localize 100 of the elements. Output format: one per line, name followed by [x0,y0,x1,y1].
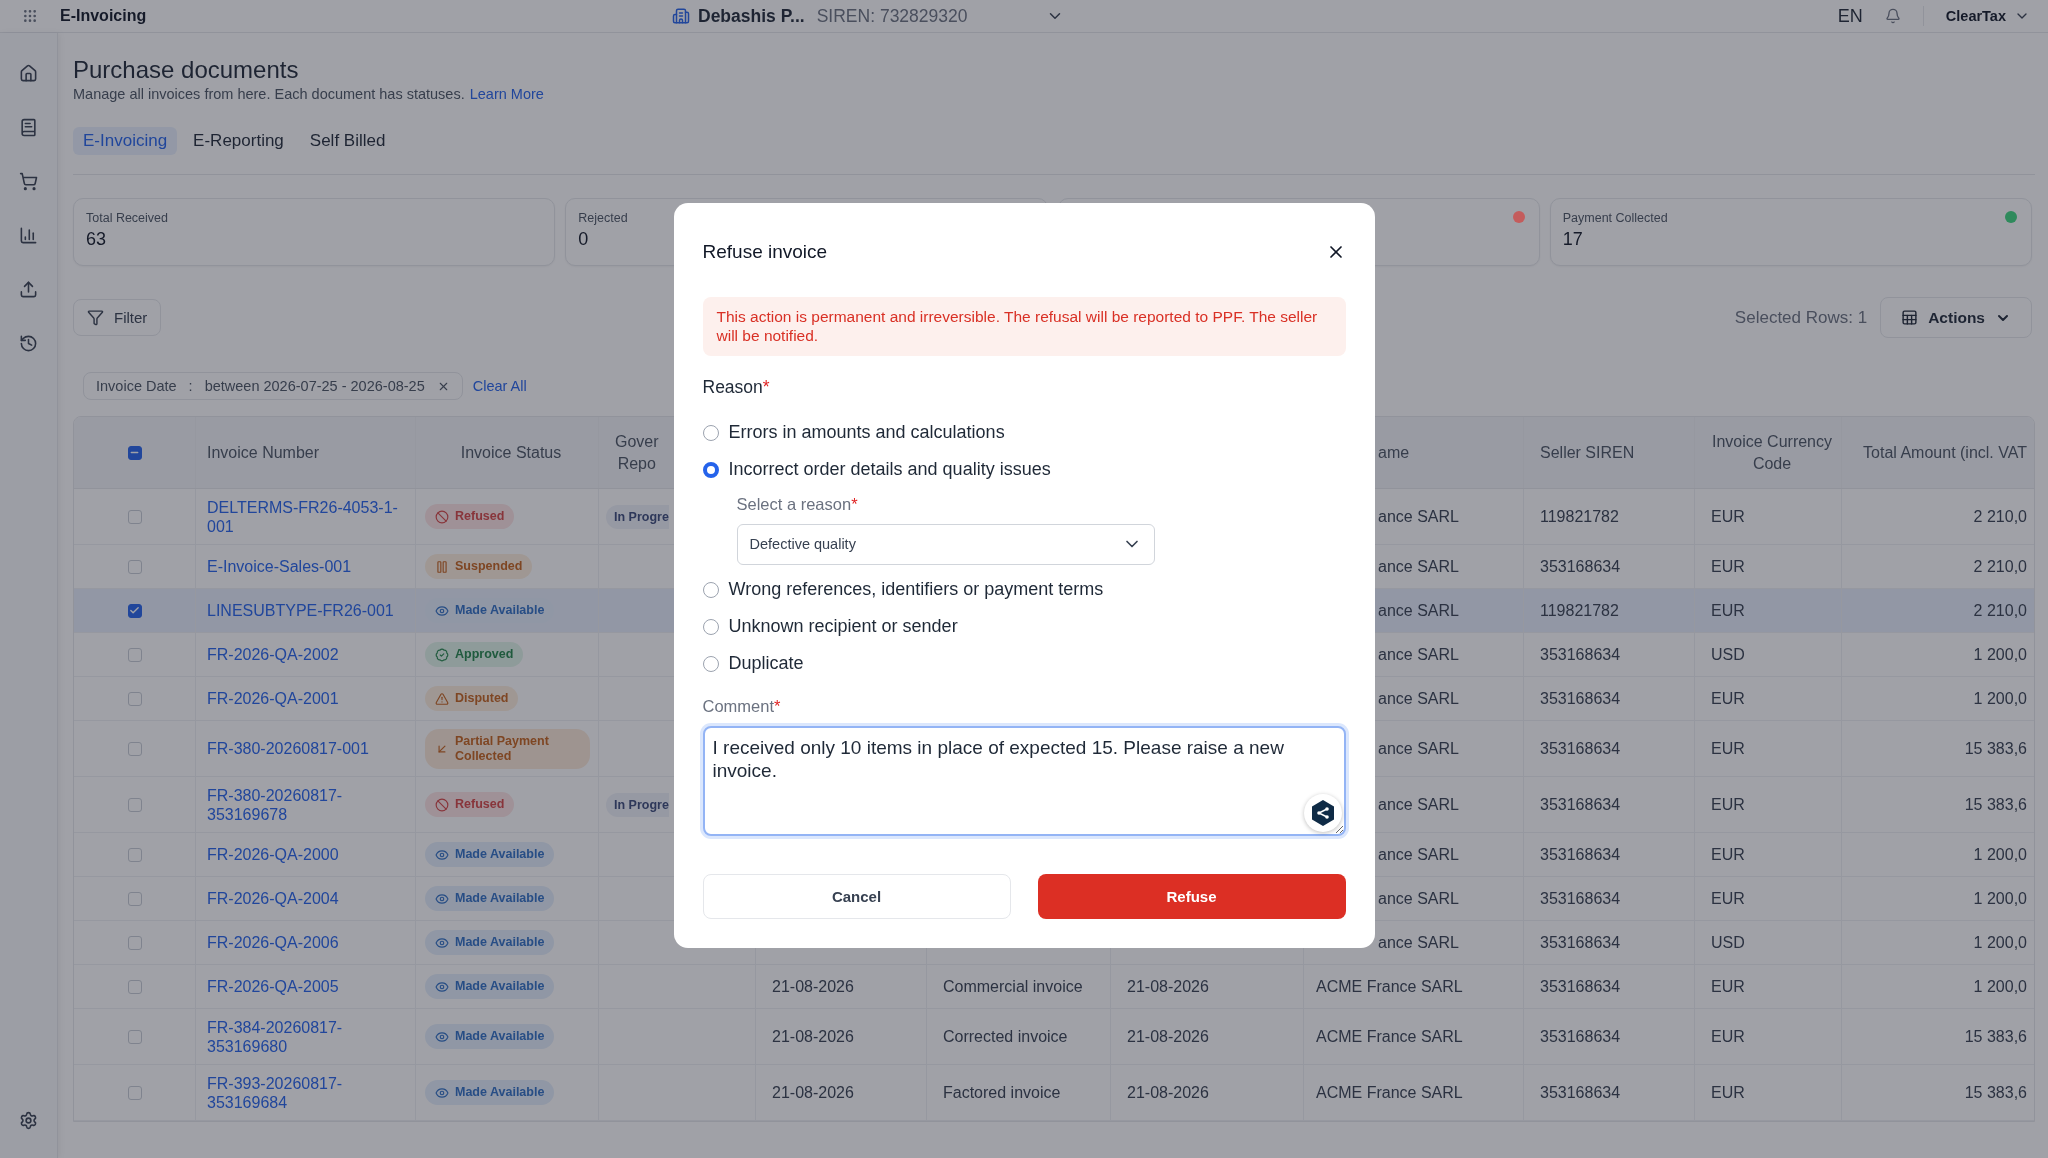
eye-icon [435,1029,449,1044]
settings-icon[interactable] [19,1111,38,1130]
invoice-number-link[interactable]: E-Invoice-Sales-001 [207,557,352,576]
tab[interactable]: Self Billed [299,127,396,155]
tab[interactable]: E-Invoicing [73,127,178,155]
invoice-number-link[interactable]: FR-380-20260817-001 [207,739,369,758]
dialog-title: Refuse invoice [702,240,828,263]
invoice-number-link[interactable]: FR-2026-QA-2001 [207,689,339,708]
apps-grid-icon[interactable] [22,8,38,24]
invoice-number-link[interactable]: FR-384-20260817-353169680 [207,1017,407,1056]
notifications-icon[interactable] [1884,8,1901,24]
progress-badge: In Progre [606,792,669,817]
invoice-number-link[interactable]: FR-2026-QA-2002 [207,645,339,664]
table-cell: 353168634 [1540,889,1621,908]
table-cell: ance SARL [1378,889,1459,908]
page-subtitle: Manage all invoices from here. Each document has statuses. Learn More [73,85,545,103]
progress-badge: In Progre [606,504,669,529]
column-header: ame [1378,442,1410,463]
column-header: Invoice Currency Code [1711,431,1833,474]
table-cell: EUR [1711,689,1745,708]
invoice-number-link[interactable]: FR-2026-QA-2000 [207,845,339,864]
table-cell: EUR [1711,739,1745,758]
radio-button[interactable] [702,655,719,672]
invoice-number-link[interactable]: DELTERMS-FR26-4053-1-001 [207,497,407,536]
invoice-number-link[interactable]: FR-2026-QA-2005 [207,977,339,996]
invoice-number-link[interactable]: FR-2026-QA-2004 [207,889,339,908]
table-cell: 119821782 [1540,507,1619,526]
cart-icon[interactable] [19,172,38,191]
table-cell: ance SARL [1378,689,1459,708]
status-badge: Partial Payment Collected [425,728,590,769]
account-name[interactable]: ClearTax [1945,8,2006,24]
table-cell: ance SARL [1378,795,1459,814]
status-badge: Disputed [425,686,519,711]
warning-icon [435,691,449,706]
hexagon-share-icon [1309,798,1336,827]
invoice-number-link[interactable]: LINESUBTYPE-FR26-001 [207,601,394,620]
reason-option[interactable]: Wrong references, identifiers or payment terms [702,577,1104,602]
radio-button[interactable] [702,461,719,478]
status-badge: Made Available [425,1080,555,1105]
status-badge: Approved [425,642,524,667]
bar-chart-icon[interactable] [19,226,38,245]
row-checkbox[interactable] [127,603,142,618]
stat-value: 0 [578,229,590,250]
radio-button[interactable] [702,581,719,598]
table-cell: 1 200,0 [1973,977,2027,996]
learn-more-link[interactable]: Learn More [469,86,544,102]
eye-icon [435,979,449,994]
table-cell: 353168634 [1540,739,1621,758]
status-badge: Made Available [425,886,555,911]
filter-field: Invoice Date [96,378,177,394]
app-name: E-Invoicing [60,7,147,25]
comment-field[interactable]: I received only 10 items in place of expected 15. Please raise a new invoice. [702,725,1346,836]
table-cell: Commercial invoice [943,977,1083,996]
table-cell: ance SARL [1378,845,1459,864]
table-cell: EUR [1711,557,1745,576]
reason-option[interactable]: Incorrect order details and quality issues [702,457,1051,482]
home-icon[interactable] [19,64,38,83]
history-icon[interactable] [19,334,38,353]
invoice-number-link[interactable]: FR-2026-QA-2006 [207,933,339,952]
table-cell: 353168634 [1540,795,1621,814]
refuse-button[interactable]: Refuse [1037,873,1346,919]
actions-button[interactable]: Actions [1880,297,2032,338]
table-cell: USD [1711,645,1745,664]
eye-icon [435,847,449,862]
table-cell: 1 200,0 [1973,933,2027,952]
tab[interactable]: E-Reporting [183,127,294,155]
table-cell: Factored invoice [943,1083,1061,1102]
table-cell: 353168634 [1540,845,1621,864]
table-cell: ance SARL [1378,933,1459,952]
filter-value: between 2026-07-25 - 2026-08-25 [204,378,425,394]
reason-option[interactable]: Duplicate [702,651,804,676]
reason-option[interactable]: Errors in amounts and calculations [702,420,1005,445]
eye-icon [435,1085,449,1100]
reason-option[interactable]: Unknown recipient or sender [702,614,958,639]
table-cell: 2 210,0 [1973,557,2027,576]
stat-label: Rejected [578,211,629,225]
table-cell: 1 200,0 [1973,845,2027,864]
stat-value: 63 [86,229,108,250]
table-cell: 119821782 [1540,601,1619,620]
table-cell: ACME France SARL [1316,977,1463,996]
table-cell: EUR [1711,601,1745,620]
cancel-button[interactable]: Cancel [702,873,1011,919]
table-cell: EUR [1711,795,1745,814]
clear-all-link[interactable]: Clear All [472,378,527,394]
table-cell: ance SARL [1378,601,1459,620]
invoice-number-link[interactable]: FR-380-20260817-353169678 [207,785,407,824]
radio-button[interactable] [702,424,719,441]
status-badge: Refused [425,504,515,529]
upload-icon[interactable] [19,280,38,299]
language-selector[interactable]: EN [1837,5,1863,27]
invoice-number-link[interactable]: FR-393-20260817-353169684 [207,1073,407,1112]
select-all-checkbox[interactable] [127,445,142,460]
column-header: Invoice Number [207,442,320,463]
column-header: Total Amount (incl. VAT [1863,442,2027,463]
table-cell: 21-08-2026 [772,1083,854,1102]
document-icon[interactable] [19,118,38,137]
stat-value: 17 [1562,229,1584,250]
radio-button[interactable] [702,618,719,635]
filter-button[interactable]: Filter [73,299,162,336]
reason-select[interactable]: Defective quality [736,523,1155,565]
